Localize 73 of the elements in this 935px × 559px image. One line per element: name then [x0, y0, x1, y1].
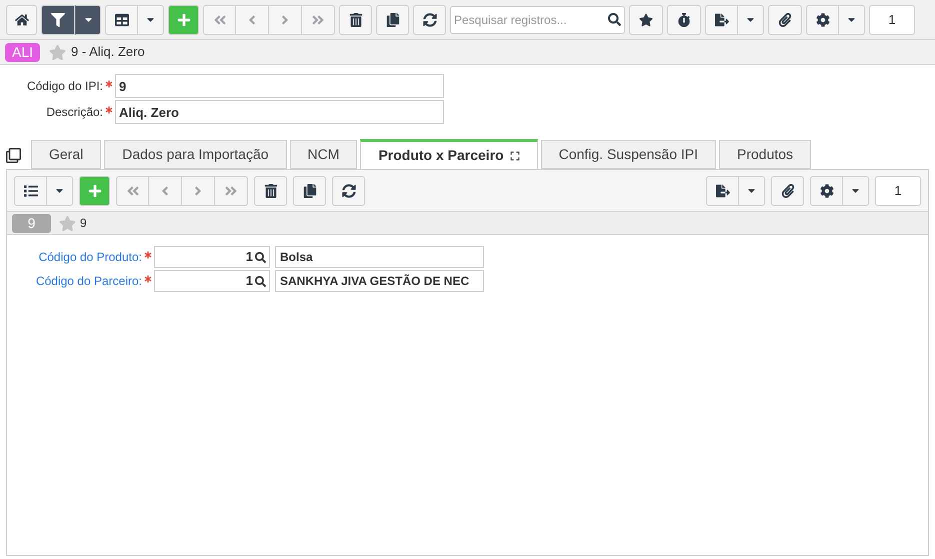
refresh-button[interactable]	[332, 176, 365, 206]
screen-badge: ALI	[5, 42, 40, 62]
double-chevron-left-icon	[126, 184, 140, 198]
search-icon[interactable]	[255, 252, 266, 262]
copy-icon	[302, 184, 316, 198]
search-icon	[608, 12, 621, 26]
duplicate-button[interactable]	[293, 176, 326, 206]
tab[interactable]: NCM	[290, 140, 358, 169]
stopwatch-icon	[677, 12, 691, 26]
file-export-icon	[716, 184, 730, 198]
field-label: Descrição:	[45, 104, 103, 121]
list-view-button[interactable]	[14, 176, 47, 206]
refresh-button[interactable]	[413, 4, 446, 34]
home-icon	[14, 12, 28, 26]
paperclip-icon	[778, 12, 792, 26]
tab[interactable]: Config. Suspensão IPI	[540, 140, 716, 169]
settings-icon	[816, 12, 830, 26]
double-chevron-left-icon	[212, 12, 226, 26]
tab[interactable]: Geral	[31, 140, 102, 169]
text-field[interactable]: 9	[115, 74, 444, 98]
paperclip-icon	[780, 184, 794, 198]
settings-button[interactable]	[810, 176, 843, 206]
plus-icon	[176, 12, 190, 26]
field-label: Código do IPI:	[26, 78, 103, 95]
field-label: Código do Parceiro:	[34, 273, 142, 290]
dropdown-button[interactable]	[75, 4, 101, 34]
export-button[interactable]	[706, 176, 739, 206]
favorites-button[interactable]	[629, 4, 663, 34]
double-chevron-right-icon	[224, 184, 238, 198]
expand-icon	[510, 150, 520, 160]
export-button[interactable]	[705, 4, 738, 34]
attachment-button[interactable]	[768, 4, 802, 34]
favorite-star-icon[interactable]	[49, 44, 66, 60]
description-field: SANKHYA JIVA GESTÃO DE NEC	[275, 270, 484, 292]
search-icon[interactable]	[255, 276, 266, 286]
page-number-field[interactable]: 1	[875, 176, 921, 206]
table-icon	[114, 12, 128, 26]
delete-button[interactable]	[254, 176, 287, 206]
refresh-icon	[422, 12, 436, 26]
code-field[interactable]: 1	[154, 246, 270, 268]
description-field: Bolsa	[275, 246, 484, 268]
clone-icon[interactable]	[6, 148, 21, 163]
record-title: 9	[80, 215, 87, 232]
timer-button[interactable]	[667, 4, 701, 34]
double-chevron-right-icon	[311, 12, 325, 26]
code-field[interactable]: 1	[154, 270, 270, 292]
field-label: Código do Produto:	[38, 249, 142, 266]
tab[interactable]: Dados para Importação	[104, 140, 287, 169]
settings-button[interactable]	[806, 4, 839, 34]
tab[interactable]: Produto x Parceiro	[360, 139, 538, 170]
list-icon	[24, 184, 38, 198]
filter-button[interactable]	[41, 4, 75, 34]
grid-view-button[interactable]	[105, 4, 138, 34]
favorite-star-icon[interactable]	[59, 214, 76, 232]
home-button[interactable]	[6, 4, 37, 34]
tab[interactable]: Produtos	[719, 140, 812, 169]
trash-icon	[264, 184, 278, 198]
filter-icon	[51, 12, 65, 26]
record-title: 9 - Aliq. Zero	[71, 43, 145, 62]
refresh-icon	[342, 184, 356, 198]
record-badge: 9	[12, 214, 51, 232]
page-number-field[interactable]: 1	[869, 4, 915, 34]
file-export-icon	[714, 12, 728, 26]
copy-icon	[386, 12, 400, 26]
settings-icon	[820, 184, 834, 198]
trash-icon	[348, 12, 362, 26]
star-icon	[639, 12, 653, 26]
plus-icon	[88, 184, 102, 198]
delete-button[interactable]	[339, 4, 372, 34]
duplicate-button[interactable]	[376, 4, 409, 34]
attachment-button[interactable]	[771, 176, 804, 206]
text-field[interactable]: Aliq. Zero	[115, 100, 444, 124]
search-field[interactable]: Pesquisar registros...	[450, 6, 625, 34]
